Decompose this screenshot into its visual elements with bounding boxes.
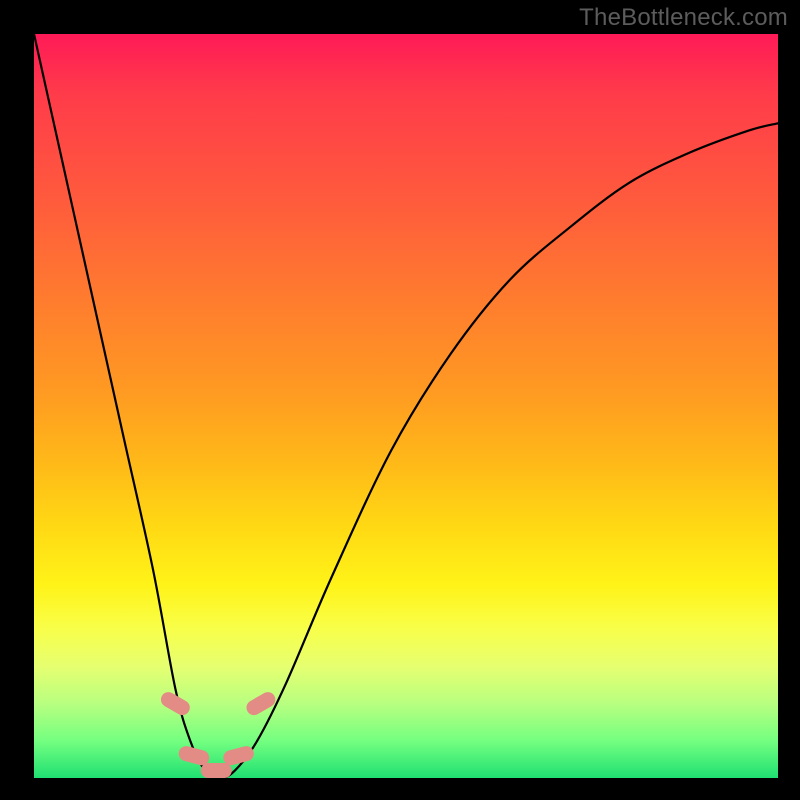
curve-marker bbox=[222, 745, 255, 766]
curve-marker bbox=[159, 690, 192, 717]
curve-marker bbox=[201, 764, 231, 778]
bottleneck-curve bbox=[34, 34, 778, 778]
chart-svg bbox=[34, 34, 778, 778]
curve-marker bbox=[178, 745, 211, 766]
marker-group bbox=[159, 690, 278, 778]
plot-area bbox=[34, 34, 778, 778]
watermark-text: TheBottleneck.com bbox=[579, 4, 788, 32]
outer-frame: TheBottleneck.com bbox=[0, 0, 800, 800]
